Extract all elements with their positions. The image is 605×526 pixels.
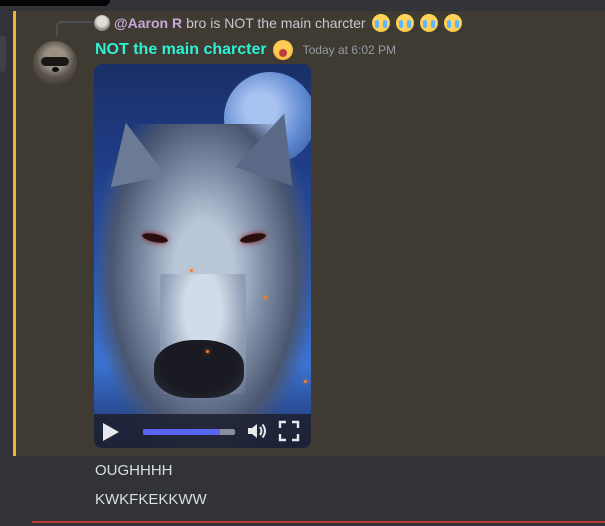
ember xyxy=(304,380,307,383)
raccoon-nose xyxy=(52,67,59,72)
loudly-crying-emoji xyxy=(443,14,462,32)
loudly-crying-emoji xyxy=(419,14,438,32)
video-progress-fill xyxy=(143,429,221,435)
video-attachment[interactable] xyxy=(94,64,311,448)
left-scroll-tab[interactable] xyxy=(0,36,6,72)
volume-icon[interactable] xyxy=(246,422,268,440)
top-bar-shadow xyxy=(0,0,110,6)
play-icon[interactable] xyxy=(103,423,119,441)
ember xyxy=(190,269,193,272)
video-progress-bar[interactable] xyxy=(143,429,235,435)
username[interactable]: NOT the main charcter xyxy=(95,41,267,59)
screaming-face-emoji xyxy=(272,40,293,60)
message-text: KWKFKEKKWW xyxy=(95,491,207,508)
timestamp[interactable]: Today at 6:02 PM xyxy=(303,43,396,57)
new-messages-divider xyxy=(32,521,605,523)
video-controls xyxy=(94,414,311,448)
avatar[interactable] xyxy=(33,41,77,85)
loudly-crying-emoji xyxy=(395,14,414,32)
mention-indicator-bar xyxy=(13,11,16,456)
reply-preview[interactable]: @Aaron R bro is NOT the main charcter xyxy=(94,12,462,34)
message-text: OUGHHHH xyxy=(95,462,173,479)
ember xyxy=(206,350,209,353)
wolf-ear-left xyxy=(98,116,166,188)
ember xyxy=(264,296,267,299)
reply-avatar[interactable] xyxy=(94,15,110,31)
loudly-crying-emoji xyxy=(371,14,390,32)
message-header: NOT the main charcter Today at 6:02 PM xyxy=(95,38,396,62)
fullscreen-icon[interactable] xyxy=(278,420,300,442)
chat-view: @Aaron R bro is NOT the main charcter NO… xyxy=(0,0,605,526)
reply-mention[interactable]: @Aaron R xyxy=(114,15,182,31)
reply-text[interactable]: bro is NOT the main charcter xyxy=(186,15,365,31)
wolf-nose xyxy=(154,340,244,398)
raccoon-mask xyxy=(41,57,69,66)
reply-spine xyxy=(56,21,92,36)
